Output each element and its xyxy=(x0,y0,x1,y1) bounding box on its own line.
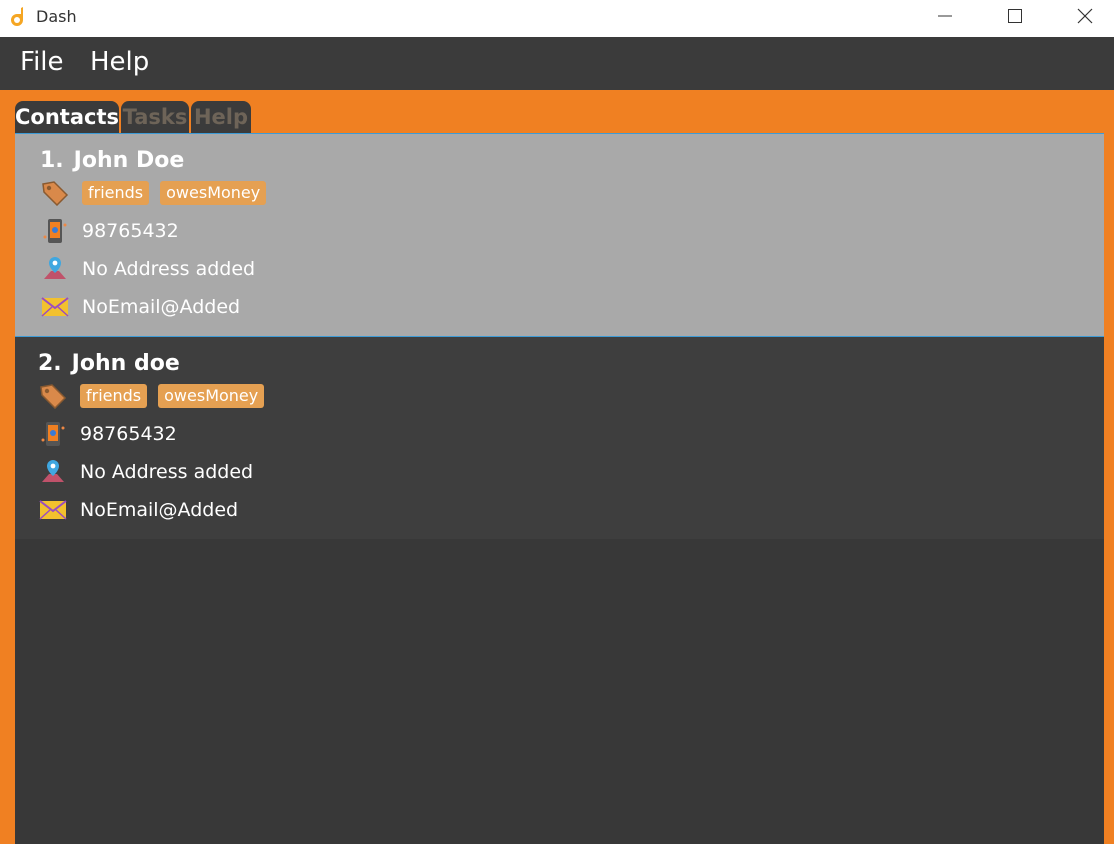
contact-name: 1. John Doe xyxy=(40,148,184,173)
menu-file[interactable]: File xyxy=(20,47,64,77)
location-pin-icon xyxy=(40,255,70,283)
tab-contacts[interactable]: Contacts xyxy=(15,101,119,133)
tag-badge: owesMoney xyxy=(158,384,265,408)
email-row: NoEmail@Added xyxy=(38,496,238,524)
maximize-button[interactable] xyxy=(985,0,1045,32)
address-text: No Address added xyxy=(80,461,254,483)
envelope-icon xyxy=(38,496,68,524)
phone-text: 98765432 xyxy=(80,423,177,445)
location-pin-icon xyxy=(38,458,68,486)
menu-help[interactable]: Help xyxy=(90,47,149,77)
phone-icon xyxy=(38,420,68,448)
contact-list[interactable]: 1.John Doe friends owesMoney 98765432 N xyxy=(15,133,1104,844)
email-text: NoEmail@Added xyxy=(82,296,241,318)
contact-card[interactable]: 1.John Doe friends owesMoney 98765432 N xyxy=(15,133,1104,337)
tab-help[interactable]: Help xyxy=(191,101,251,133)
address-row: No Address added xyxy=(38,458,253,486)
window-title: Dash xyxy=(36,7,77,26)
contact-name: 2. John doe xyxy=(38,351,180,376)
tag-row: friends owesMoney xyxy=(40,180,277,206)
contact-index: 2. xyxy=(38,351,62,376)
contact-card[interactable]: 2.John doe friends owesMoney 98765432 N xyxy=(15,337,1104,539)
phone-row: 98765432 xyxy=(40,217,179,245)
maximize-icon xyxy=(1008,9,1022,23)
tag-badge: friends xyxy=(80,384,148,408)
app-logo-icon xyxy=(10,5,30,29)
minimize-icon xyxy=(938,15,952,17)
menu-bar: File Help xyxy=(0,37,1114,90)
contact-name-text: John doe xyxy=(71,351,180,376)
tag-row: friends owesMoney xyxy=(38,383,275,409)
close-button[interactable] xyxy=(1055,0,1114,32)
tag-badge: owesMoney xyxy=(160,181,267,205)
tag-icon xyxy=(40,179,70,207)
main-area: Contacts Tasks Help 1. John Doe friends o… xyxy=(0,90,1114,844)
contact-index: 1. xyxy=(40,148,64,173)
address-text: No Address added xyxy=(82,258,256,280)
phone-row: 98765432 xyxy=(38,420,177,448)
tag-icon xyxy=(38,382,68,410)
contact-name-text: John Doe xyxy=(73,148,185,173)
envelope-icon xyxy=(40,293,70,321)
tag-badge: friends xyxy=(82,181,150,205)
tab-tasks[interactable]: Tasks xyxy=(121,101,189,133)
phone-icon xyxy=(40,217,70,245)
email-row: NoEmail@Added xyxy=(40,293,240,321)
email-text: NoEmail@Added xyxy=(80,499,239,521)
address-row: No Address added xyxy=(40,255,255,283)
phone-text: 98765432 xyxy=(82,220,179,242)
minimize-button[interactable] xyxy=(915,0,975,32)
close-icon xyxy=(1077,8,1093,24)
window-titlebar: Dash xyxy=(0,0,1114,37)
